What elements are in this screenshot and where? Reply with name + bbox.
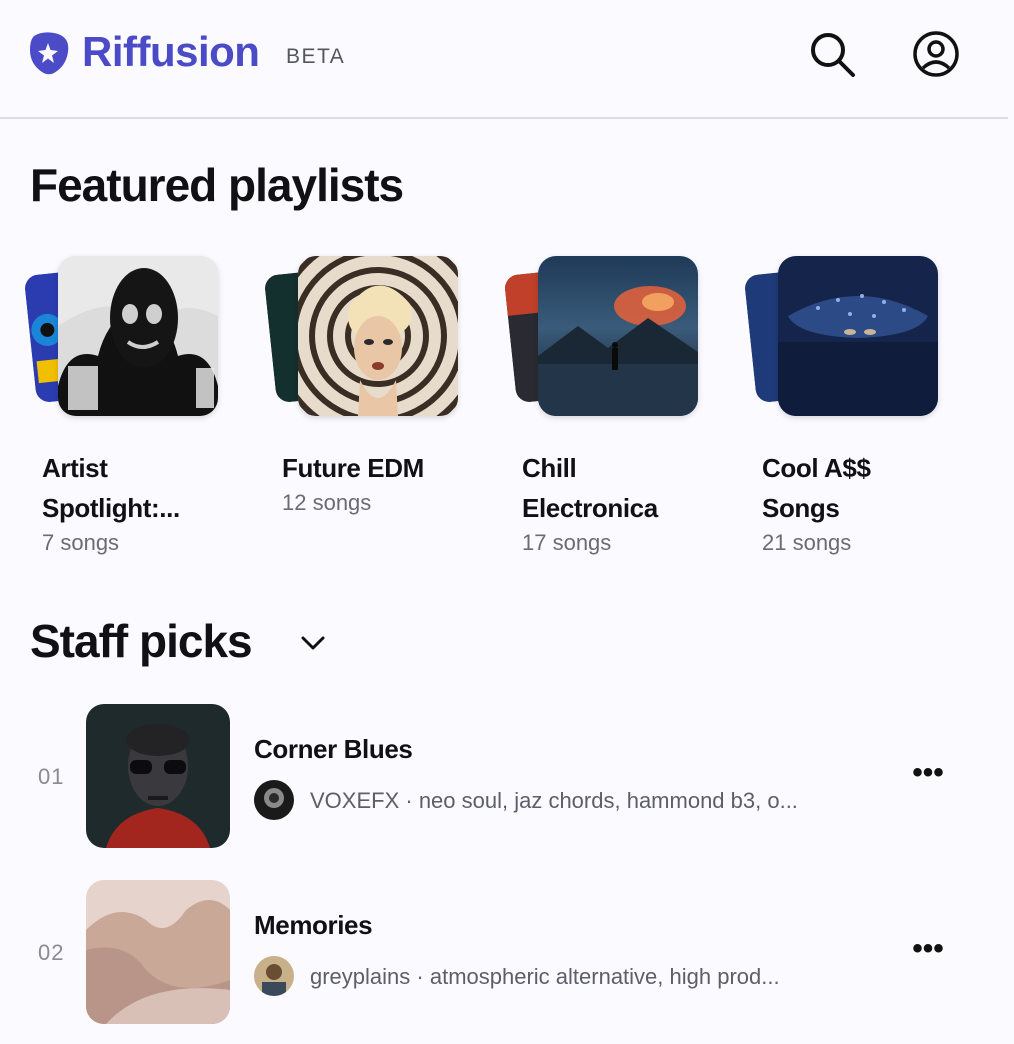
track-row[interactable]: 01 Corner Blues VOXEFX · neo soul, jaz c… [0, 702, 1008, 852]
account-button[interactable] [912, 30, 960, 78]
track-title[interactable]: Memories [254, 910, 373, 941]
more-options-button[interactable]: ••• [906, 758, 950, 796]
more-icon: ••• [912, 756, 944, 789]
top-bar: Riffusion BETA [0, 0, 1008, 119]
playlist-cover [538, 256, 698, 416]
track-tags: atmospheric alternative, high prod... [429, 964, 780, 989]
account-icon [913, 31, 959, 77]
track-row[interactable]: 02 Memories greyplains · atmospheric alt… [0, 878, 1008, 1028]
track-number: 01 [38, 764, 65, 789]
playlist-card-future-edm[interactable]: Future EDM 12 songs [263, 250, 470, 570]
track-cover[interactable] [86, 880, 230, 1024]
playlist-song-count: 7 songs [42, 530, 120, 555]
track-meta: VOXEFX · neo soul, jaz chords, hammond b… [310, 788, 870, 814]
track-cover[interactable] [86, 704, 230, 848]
playlist-song-count: 17 songs [522, 530, 612, 555]
search-icon [811, 33, 855, 77]
track-meta: greyplains · atmospheric alternative, hi… [310, 964, 870, 990]
playlist-cover [58, 256, 218, 416]
playlist-title: Artist Spotlight:... [42, 453, 180, 523]
beta-badge: BETA [286, 45, 346, 68]
playlist-song-count: 12 songs [282, 490, 372, 515]
playlist-card-artist-spotlight[interactable]: Artist Spotlight:... 7 songs [23, 250, 230, 570]
featured-playlists-heading: Featured playlists [30, 159, 404, 211]
staff-picks-heading: Staff picks [30, 615, 253, 667]
playlist-title: Chill Electronica [522, 453, 658, 523]
playlist-title: Cool A$$ Songs [762, 453, 871, 523]
track-tags: neo soul, jaz chords, hammond b3, o... [418, 788, 798, 813]
playlist-cover [298, 256, 458, 416]
meta-separator: · [399, 788, 419, 813]
artist-name[interactable]: VOXEFX [310, 788, 399, 813]
chevron-down-icon[interactable] [298, 628, 328, 658]
playlist-cover [778, 256, 938, 416]
search-button[interactable] [808, 30, 856, 78]
playlist-song-count: 21 songs [762, 530, 852, 555]
meta-separator: · [410, 964, 430, 989]
brand-name[interactable]: Riffusion [82, 28, 260, 76]
track-number: 02 [38, 940, 65, 965]
playlist-card-chill-electronica[interactable]: Chill Electronica 17 songs [503, 250, 710, 570]
riffusion-logo-icon[interactable] [28, 30, 70, 76]
artist-avatar[interactable] [254, 956, 294, 996]
artist-avatar[interactable] [254, 780, 294, 820]
artist-name[interactable]: greyplains [310, 964, 410, 989]
more-icon: ••• [912, 932, 944, 965]
track-title[interactable]: Corner Blues [254, 734, 413, 765]
playlist-title: Future EDM [282, 453, 424, 483]
playlist-card-cool-songs[interactable]: Cool A$$ Songs 21 songs [743, 250, 950, 570]
more-options-button[interactable]: ••• [906, 934, 950, 972]
